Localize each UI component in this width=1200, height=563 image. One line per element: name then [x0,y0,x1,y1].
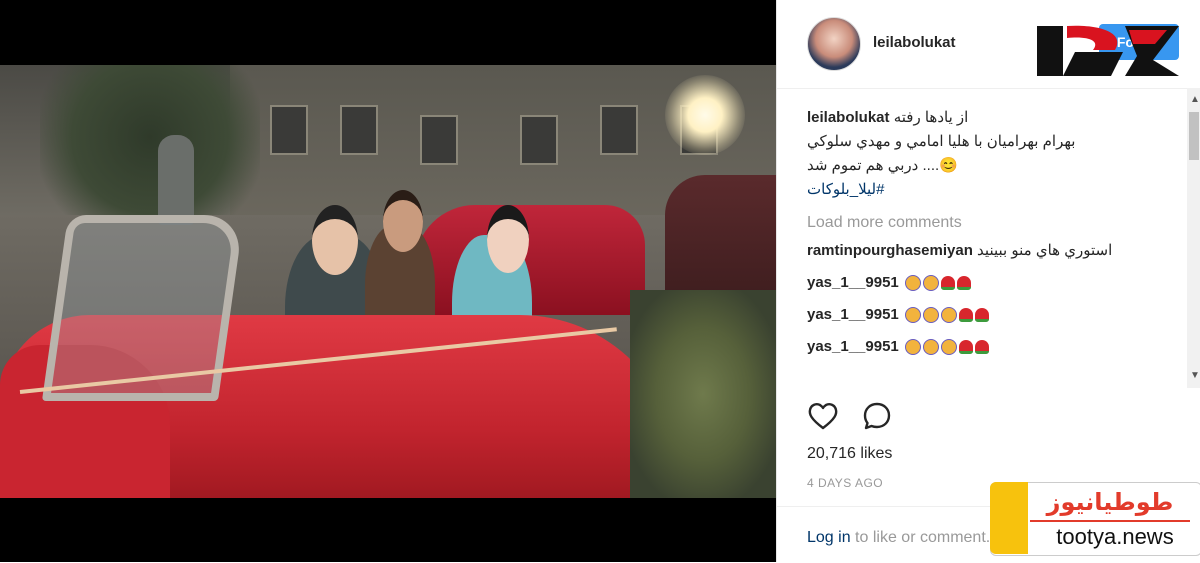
caption-line-3: 😊.... دربي هم تموم شد [807,157,958,174]
caption-line-1: از يادها رفته [893,109,969,126]
person-emoji-icon [922,275,939,292]
comment-username[interactable]: yas_1__9951 [807,274,899,291]
rose-emoji-icon [958,308,973,323]
comment-icon[interactable] [861,400,893,432]
watermark-english-text: tootya.news [1056,524,1174,549]
person-emoji-icon [922,307,939,324]
scroll-up-arrow-icon[interactable]: ▲ [1190,94,1200,105]
caption: leilabolukat از يادها رفته بهرام بهراميا… [807,106,1177,202]
caption-hashtag[interactable]: #ليلا_بلوكات [807,178,1177,202]
photo-head-middle [383,190,423,252]
comments-list: leilabolukat از يادها رفته بهرام بهراميا… [807,106,1177,360]
comment-username[interactable]: ramtinpourghasemiyan [807,242,973,259]
person-emoji-icon [904,307,921,324]
photo-head-right [487,205,529,273]
rose-emoji-icon [958,340,973,355]
list-item: yas_1__9951 [807,302,1177,328]
list-item: yas_1__9951 [807,270,1177,296]
comment-emojis [903,274,971,292]
post-timestamp: 4 DAYS AGO [807,476,884,490]
rose-emoji-icon [956,276,971,291]
scrollbar-thumb[interactable] [1189,112,1199,160]
comment-username[interactable]: yas_1__9951 [807,338,899,355]
rokna-logo-watermark [1037,25,1179,76]
login-rest-text: to like or comment. [855,529,991,546]
rose-emoji-icon [974,340,989,355]
comment-username[interactable]: yas_1__9951 [807,306,899,323]
load-more-comments-link[interactable]: Load more comments [807,214,1177,232]
login-prompt: Log in to like or comment. [807,529,990,547]
caption-username[interactable]: leilabolukat [807,109,890,126]
photo-street-light [665,75,745,155]
post-photo[interactable] [0,65,776,498]
list-item: ramtinpourghasemiyan استوري هاي منو ببين… [807,238,1177,264]
photo-background-person [158,135,194,225]
post-details-pane: leilabolukat Follow ▲ ▼ leilabolukat از … [776,0,1200,562]
login-link[interactable]: Log in [807,529,851,546]
comment-text: استوري هاي منو ببينيد [977,242,1113,259]
rose-emoji-icon [940,276,955,291]
heart-icon[interactable] [807,400,839,432]
person-emoji-icon [940,307,957,324]
photo-head-left [312,205,358,275]
comment-emojis [903,338,989,356]
likes-count[interactable]: 20,716 likes [807,445,892,463]
rose-emoji-icon [974,308,989,323]
person-emoji-icon [904,339,921,356]
list-item: yas_1__9951 [807,334,1177,360]
person-emoji-icon [904,275,921,292]
post-header: leilabolukat Follow [777,0,1200,89]
photo-bushes [630,290,776,498]
watermark-yellow-tab [990,482,1028,554]
person-emoji-icon [922,339,939,356]
header-username[interactable]: leilabolukat [873,34,956,51]
scroll-down-arrow-icon[interactable]: ▼ [1190,370,1200,381]
tootya-watermark: طوطیانیوز tootya.news [990,482,1200,562]
post-photo-pane [0,0,776,562]
avatar[interactable] [807,17,861,71]
post-actions [807,400,911,432]
comments-scrollbar[interactable]: ▲ ▼ [1187,88,1200,388]
watermark-persian-text: طوطیانیوز [1046,488,1174,516]
comment-emojis [903,306,989,324]
person-emoji-icon [940,339,957,356]
watermark-divider [1030,520,1190,522]
caption-line-2: بهرام بهراميان با هليا امامي و مهدي سلوك… [807,133,1076,150]
